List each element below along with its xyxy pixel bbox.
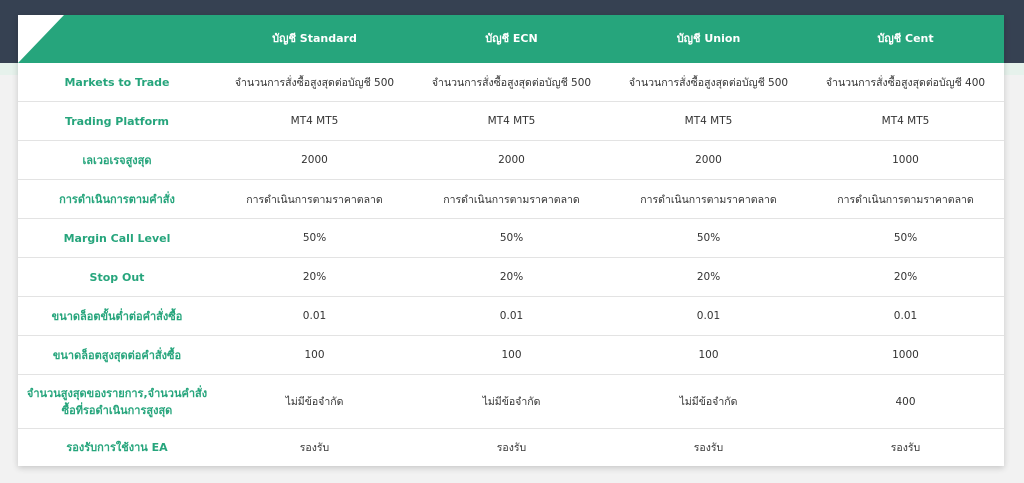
table-cell: 0.01	[499, 310, 524, 322]
table-cell: 100	[501, 349, 522, 361]
table-cell: 20%	[302, 271, 327, 283]
row-label: ขนาดล็อตขั้นต่ำต่อคำสั่งซื้อ	[51, 309, 183, 323]
row-label: Trading Platform	[64, 114, 170, 128]
table-cell: ไม่มีข้อจำกัด	[482, 396, 541, 408]
table-cell: 2000	[301, 154, 328, 166]
table-row-leverage: เลเวอเรจสูงสุด 2000 2000 2000 1000	[18, 141, 1004, 180]
table-cell: การดำเนินการตามราคาตลาด	[837, 193, 974, 206]
table-cell: 100	[304, 349, 325, 361]
table-cell: MT4 MT5	[487, 115, 536, 127]
table-cell: รองรับ	[693, 442, 724, 454]
account-comparison-table: บัญชี Standard บัญชี ECN บัญชี Union บัญ…	[18, 15, 1004, 466]
table-cell: รองรับ	[890, 442, 921, 454]
table-row-max-lot: ขนาดล็อตสูงสุดต่อคำสั่งซื้อ 100 100 100 …	[18, 336, 1004, 375]
table-cell: 20%	[893, 271, 918, 283]
table-cell: รองรับ	[496, 442, 527, 454]
table-row-stop-out: Stop Out 20% 20% 20% 20%	[18, 258, 1004, 297]
table-row-execution: การดำเนินการตามคำสั่ง การดำเนินการตามราค…	[18, 180, 1004, 219]
table-cell: 50%	[893, 232, 918, 244]
row-label: เลเวอเรจสูงสุด	[82, 153, 152, 167]
column-header-ecn: บัญชี ECN	[485, 32, 538, 45]
table-cell: MT4 MT5	[684, 115, 733, 127]
table-cell: 400	[895, 395, 916, 408]
table-cell: 20%	[499, 271, 524, 283]
table-cell: 0.01	[893, 310, 918, 322]
table-cell: 0.01	[696, 310, 721, 322]
table-cell: 50%	[696, 232, 721, 244]
table-row-max-pending-orders: จำนวนสูงสุดของรายการ,จำนวนคำสั่งซื้อที่ร…	[18, 375, 1004, 429]
table-cell: การดำเนินการตามราคาตลาด	[443, 193, 580, 206]
table-cell: 20%	[696, 271, 721, 283]
table-row-platform: Trading Platform MT4 MT5 MT4 MT5 MT4 MT5…	[18, 102, 1004, 141]
table-cell: 0.01	[302, 310, 327, 322]
table-cell: ไม่มีข้อจำกัด	[285, 396, 344, 408]
table-cell: การดำเนินการตามราคาตลาด	[246, 193, 383, 206]
row-label: ขนาดล็อตสูงสุดต่อคำสั่งซื้อ	[52, 348, 182, 362]
column-header-standard: บัญชี Standard	[272, 32, 357, 45]
row-label: Markets to Trade	[64, 75, 170, 89]
table-cell: 1000	[892, 154, 919, 166]
row-label: Stop Out	[89, 270, 145, 284]
table-cell: 50%	[499, 232, 524, 244]
table-cell: ไม่มีข้อจำกัด	[679, 396, 738, 408]
table-cell: 50%	[302, 232, 327, 244]
table-cell: 1000	[892, 349, 919, 361]
column-header-cent: บัญชี Cent	[877, 32, 934, 45]
row-label: Margin Call Level	[63, 231, 171, 245]
column-header-union: บัญชี Union	[676, 32, 741, 45]
table-cell: 2000	[498, 154, 525, 166]
table-cell: รองรับ	[299, 442, 330, 454]
table-header: บัญชี Standard บัญชี ECN บัญชี Union บัญ…	[18, 15, 1004, 63]
table-row-ea-support: รองรับการใช้งาน EA รองรับ รองรับ รองรับ …	[18, 429, 1004, 466]
table-row-markets: Markets to Trade จำนวนการสั่งซื้อสูงสุดต…	[18, 63, 1004, 102]
table-cell: MT4 MT5	[290, 115, 339, 127]
table-cell: จำนวนการสั่งซื้อสูงสุดต่อบัญชี 500	[234, 76, 395, 89]
table-cell: 100	[698, 349, 719, 361]
table-cell: จำนวนการสั่งซื้อสูงสุดต่อบัญชี 500	[628, 76, 789, 89]
table-cell: จำนวนการสั่งซื้อสูงสุดต่อบัญชี 500	[431, 76, 592, 89]
row-label: จำนวนสูงสุดของรายการ,จำนวนคำสั่งซื้อที่ร…	[26, 386, 208, 417]
row-label: การดำเนินการตามคำสั่ง	[59, 192, 175, 206]
table-cell: MT4 MT5	[881, 115, 930, 127]
row-label: รองรับการใช้งาน EA	[66, 441, 168, 454]
table-cell: การดำเนินการตามราคาตลาด	[640, 193, 777, 206]
table-row-min-lot: ขนาดล็อตขั้นต่ำต่อคำสั่งซื้อ 0.01 0.01 0…	[18, 297, 1004, 336]
table-cell: จำนวนการสั่งซื้อสูงสุดต่อบัญชี 400	[825, 76, 986, 89]
table-row-margin-call: Margin Call Level 50% 50% 50% 50%	[18, 219, 1004, 258]
table-cell: 2000	[695, 154, 722, 166]
